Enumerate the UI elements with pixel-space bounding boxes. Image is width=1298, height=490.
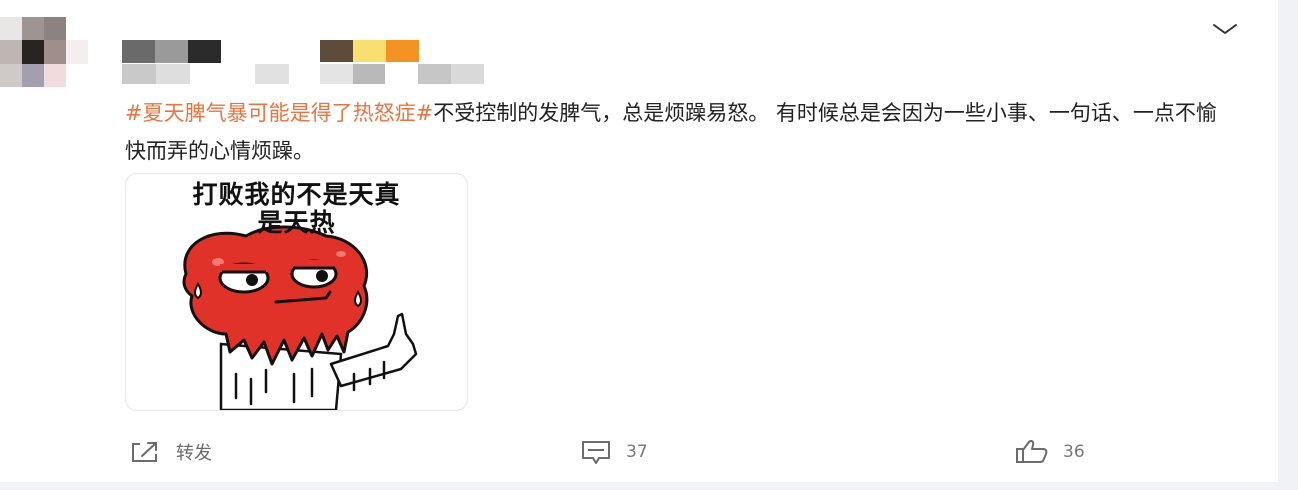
post-meta-redacted [255,64,289,84]
post-source-redacted-2 [418,64,484,84]
comment-icon [582,441,610,464]
page-gutter-bottom [0,482,1298,490]
like-count: 36 [1063,442,1085,462]
post-source-redacted [320,64,385,84]
repost-button[interactable]: 转发 [130,436,212,468]
username-redacted[interactable] [122,40,221,63]
repost-label: 转发 [176,443,212,464]
page-gutter-right [1278,0,1298,490]
comment-button[interactable]: 37 [580,436,648,468]
like-button[interactable]: 36 [1015,436,1085,468]
user-badge-redacted [320,40,419,62]
comment-count: 37 [626,442,648,462]
chevron-down-icon [1213,24,1237,34]
more-options-button[interactable] [1208,16,1242,42]
meme-caption-line-1: 打败我的不是天真 [192,180,401,209]
share-icon [132,442,157,462]
post-text: #夏天脾气暴可能是得了热怒症#不受控制的发脾气，总是烦躁易怒。 有时候总是会因为… [125,94,1235,170]
meme-caption-line-2: 是天热 [257,208,336,237]
thumbs-up-icon [1016,440,1048,463]
weibo-post-card: #夏天脾气暴可能是得了热怒症#不受控制的发脾气，总是烦躁易怒。 有时候总是会因为… [0,0,1278,482]
post-image[interactable]: 打败我的不是天真 是天热 [125,173,468,411]
avatar[interactable] [0,17,88,87]
hashtag-link[interactable]: #夏天脾气暴可能是得了热怒症# [125,101,433,125]
post-time-redacted [122,64,190,84]
